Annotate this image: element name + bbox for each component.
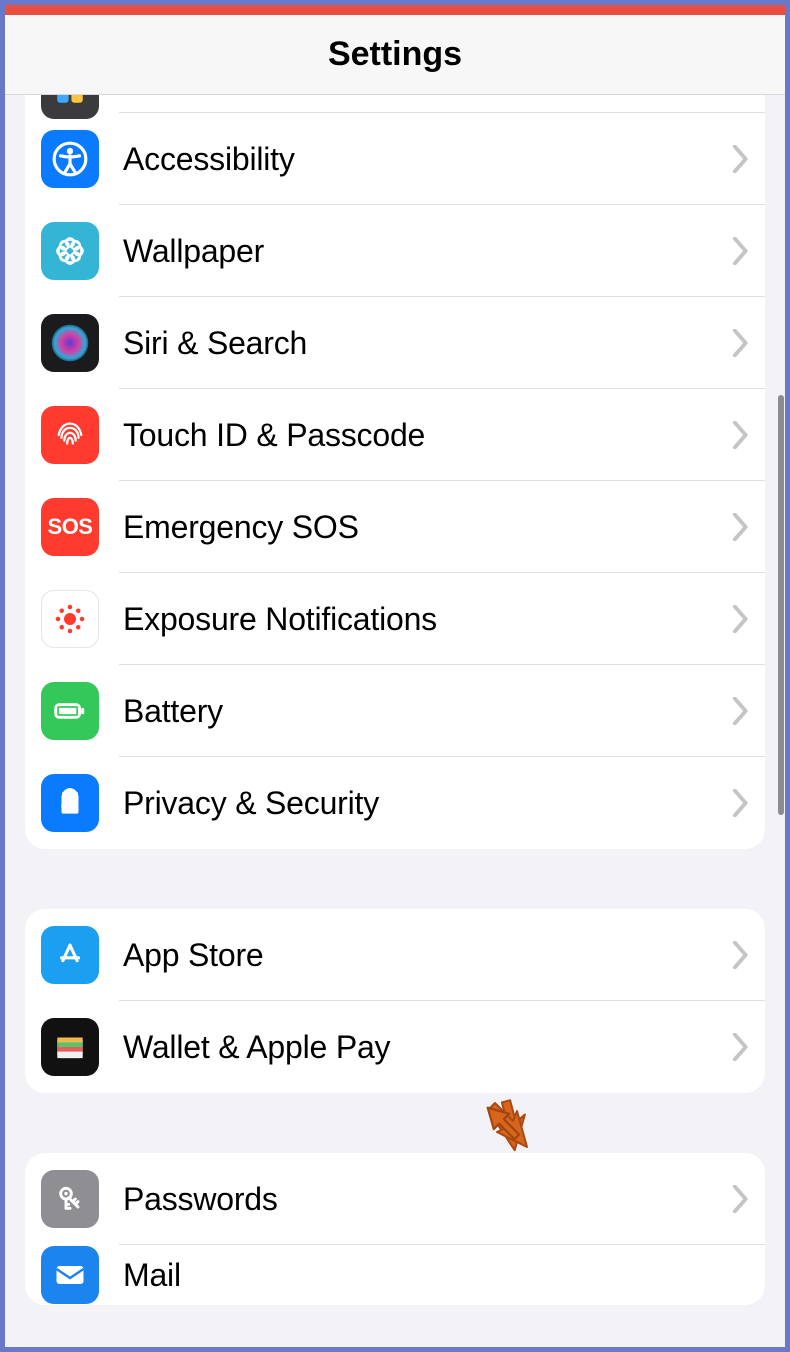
navbar: Settings <box>5 15 785 95</box>
settings-row-label: App Store <box>123 937 733 974</box>
settings-row-exposure[interactable]: Exposure Notifications <box>25 573 765 665</box>
settings-row-battery[interactable]: Battery <box>25 665 765 757</box>
settings-row-mail[interactable]: Mail <box>25 1245 765 1305</box>
sos-icon: SOS <box>41 498 99 556</box>
chevron-right-icon <box>733 697 749 725</box>
touchid-icon <box>41 406 99 464</box>
chevron-right-icon <box>733 513 749 541</box>
settings-row-label: Privacy & Security <box>123 785 733 822</box>
chevron-right-icon <box>733 145 749 173</box>
settings-row-siri[interactable]: Siri & Search <box>25 297 765 389</box>
siri-icon <box>41 314 99 372</box>
chevron-right-icon <box>733 329 749 357</box>
settings-scroll[interactable]: Accessibility Wallpaper Siri & Search <box>5 95 785 1347</box>
settings-row-label: Mail <box>123 1257 749 1294</box>
settings-row-label: Passwords <box>123 1181 733 1218</box>
settings-row-label: Wallpaper <box>123 233 733 270</box>
battery-icon <box>41 682 99 740</box>
exposure-icon <box>41 590 99 648</box>
scrollbar-thumb[interactable] <box>778 395 784 815</box>
chevron-right-icon <box>733 421 749 449</box>
settings-row-wallet[interactable]: Wallet & Apple Pay <box>25 1001 765 1093</box>
page-title: Settings <box>328 35 462 74</box>
wallet-icon <box>41 1018 99 1076</box>
settings-row-label: Wallet & Apple Pay <box>123 1029 733 1066</box>
settings-group-accounts: Passwords Mail <box>25 1153 765 1305</box>
chevron-right-icon <box>733 789 749 817</box>
chevron-right-icon <box>733 1033 749 1061</box>
settings-row-label: Emergency SOS <box>123 509 733 546</box>
settings-group-store: App Store Wallet & Apple Pay <box>25 909 765 1093</box>
chevron-right-icon <box>733 1185 749 1213</box>
settings-row-label: Siri & Search <box>123 325 733 362</box>
status-strip <box>5 5 785 15</box>
accessibility-icon <box>41 130 99 188</box>
settings-row-passwords[interactable]: Passwords <box>25 1153 765 1245</box>
settings-row-label: Battery <box>123 693 733 730</box>
key-icon <box>41 1170 99 1228</box>
settings-row-sos[interactable]: SOS Emergency SOS <box>25 481 765 573</box>
chevron-right-icon <box>733 237 749 265</box>
chevron-right-icon <box>733 941 749 969</box>
settings-row-appstore[interactable]: App Store <box>25 909 765 1001</box>
settings-row-label: Accessibility <box>123 141 733 178</box>
settings-group-general: Accessibility Wallpaper Siri & Search <box>25 95 765 849</box>
privacy-icon <box>41 774 99 832</box>
settings-row-wallpaper[interactable]: Wallpaper <box>25 205 765 297</box>
mail-icon <box>41 1246 99 1304</box>
wallpaper-icon <box>41 222 99 280</box>
chevron-right-icon <box>733 605 749 633</box>
settings-row-label: Exposure Notifications <box>123 601 733 638</box>
settings-row-touchid[interactable]: Touch ID & Passcode <box>25 389 765 481</box>
settings-row-label: Touch ID & Passcode <box>123 417 733 454</box>
settings-row-privacy[interactable]: Privacy & Security <box>25 757 765 849</box>
settings-row-home-screen[interactable] <box>25 95 765 113</box>
settings-row-accessibility[interactable]: Accessibility <box>25 113 765 205</box>
appstore-icon <box>41 926 99 984</box>
